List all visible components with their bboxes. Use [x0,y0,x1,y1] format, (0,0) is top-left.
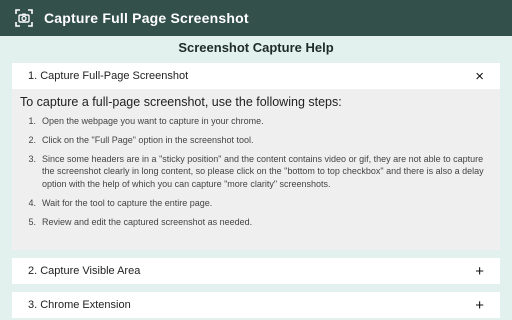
plus-icon[interactable]: + [475,264,484,279]
step-number: 4. [28,197,36,208]
instructions-intro: To capture a full-page screenshot, use t… [20,95,342,109]
accordion-body: To capture a full-page screenshot, use t… [12,89,500,250]
step-number: 5. [28,216,36,227]
app-title: Capture Full Page Screenshot [44,10,249,26]
accordion-section-chrome-extension: 3. Chrome Extension + [12,292,500,318]
list-item: 3. Since some headers are in a "sticky p… [16,153,486,191]
list-item: 4. Wait for the tool to capture the enti… [16,197,486,210]
plus-icon[interactable]: + [475,298,484,313]
list-item: 5. Review and edit the captured screensh… [16,216,486,229]
step-number: 2. [28,134,36,145]
accordion-header-full-page[interactable]: 1. Capture Full-Page Screenshot × [12,63,500,89]
accordion-section-full-page: 1. Capture Full-Page Screenshot × To cap… [12,63,500,250]
step-text: Click on the "Full Page" option in the s… [42,134,254,145]
accordion-label: 1. Capture Full-Page Screenshot [28,70,189,82]
close-icon[interactable]: × [475,69,484,84]
app-header: Capture Full Page Screenshot [0,0,512,36]
steps-list: 1. Open the webpage you want to capture … [16,115,486,235]
step-text: Open the webpage you want to capture in … [42,116,264,126]
step-text: Review and edit the captured screenshot … [42,216,253,227]
accordion-header-chrome-extension[interactable]: 3. Chrome Extension + [12,292,500,318]
step-text: Wait for the tool to capture the entire … [42,197,213,208]
list-item: 2. Click on the "Full Page" option in th… [16,134,486,147]
accordion-label: 2. Capture Visible Area [28,265,141,277]
step-text: Since some headers are in a "sticky posi… [42,153,484,190]
camera-icon [14,8,34,28]
page-title: Screenshot Capture Help [178,40,334,55]
accordion-header-visible-area[interactable]: 2. Capture Visible Area + [12,258,500,284]
accordion-section-visible-area: 2. Capture Visible Area + [12,258,500,284]
list-item: 1. Open the webpage you want to capture … [16,115,486,128]
step-number: 3. [28,153,36,164]
accordion-label: 3. Chrome Extension [28,299,131,311]
step-number: 1. [28,116,36,126]
